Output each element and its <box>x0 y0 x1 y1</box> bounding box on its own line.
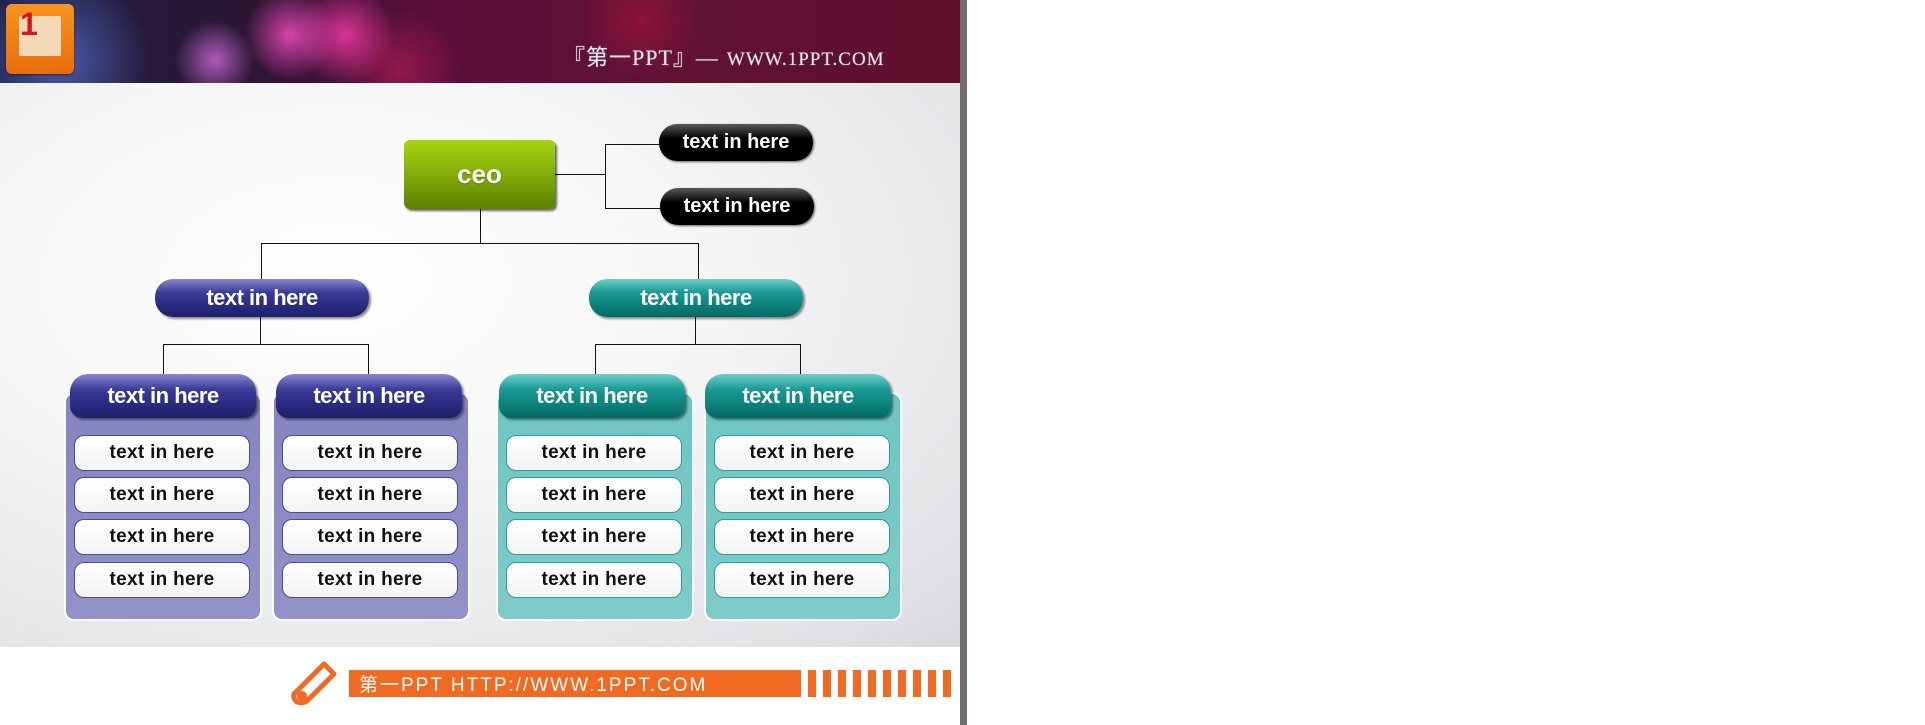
footer-stripe <box>883 670 891 697</box>
group-header[interactable]: text in here <box>705 374 891 418</box>
footer-stripe <box>838 670 846 697</box>
list-item[interactable]: text in here <box>714 562 890 598</box>
connector-line <box>595 344 596 374</box>
assistant-node-2[interactable]: text in here <box>660 188 814 225</box>
list-item[interactable]: text in here <box>282 435 458 471</box>
footer-stripe <box>808 670 816 697</box>
list-item[interactable]: text in here <box>282 562 458 598</box>
connector-line <box>698 243 699 279</box>
footer-banner: 第一PPT HTTP://WWW.1PPT.COM <box>349 670 801 697</box>
connector-line <box>261 243 699 244</box>
group-card: text in here text in here text in here t… <box>272 392 470 621</box>
connector-line <box>163 344 369 345</box>
branch-node-right[interactable]: text in here <box>589 279 803 317</box>
header-title: 『第一PPT』— WWW.1PPT.COM <box>563 40 885 72</box>
group-header[interactable]: text in here <box>276 374 462 418</box>
connector-line <box>695 317 696 345</box>
group-card: text in here text in here text in here t… <box>496 392 694 621</box>
connector-line <box>260 317 261 345</box>
assistant-node-1[interactable]: text in here <box>659 124 813 161</box>
connector-line <box>595 344 801 345</box>
list-item[interactable]: text in here <box>506 477 682 513</box>
connector-line <box>368 344 369 374</box>
footer-stripe <box>868 670 876 697</box>
group-card: text in here text in here text in here t… <box>64 392 262 621</box>
header-url: WWW.1PPT.COM <box>726 49 885 70</box>
list-item[interactable]: text in here <box>714 435 890 471</box>
logo-badge: 1 <box>20 6 38 42</box>
list-item[interactable]: text in here <box>506 519 682 555</box>
list-item[interactable]: text in here <box>74 562 250 598</box>
footer-stripe <box>928 670 936 697</box>
branch-node-left[interactable]: text in here <box>155 279 369 317</box>
list-item[interactable]: text in here <box>506 562 682 598</box>
footer-stripe <box>853 670 861 697</box>
connector-line <box>605 208 665 209</box>
slide: 1 『第一PPT』— WWW.1PPT.COM ceo text in here … <box>0 0 960 725</box>
footer-stripe <box>913 670 921 697</box>
list-item[interactable]: text in here <box>506 435 682 471</box>
list-item[interactable]: text in here <box>282 477 458 513</box>
footer-stripe <box>943 670 951 697</box>
list-item[interactable]: text in here <box>74 435 250 471</box>
connector-line <box>163 344 164 374</box>
group-header[interactable]: text in here <box>499 374 685 418</box>
header-banner: 1 『第一PPT』— WWW.1PPT.COM <box>0 0 960 83</box>
footer-stripe <box>823 670 831 697</box>
footer-stripe <box>898 670 906 697</box>
ppt-logo-icon: 1 <box>6 4 74 74</box>
header-title-text: 『第一PPT』— <box>563 45 719 70</box>
connector-line <box>800 344 801 374</box>
connector-line <box>480 209 481 244</box>
connector-line <box>261 243 262 279</box>
list-item[interactable]: text in here <box>714 519 890 555</box>
connector-line <box>605 144 606 208</box>
list-item[interactable]: text in here <box>74 477 250 513</box>
list-item[interactable]: text in here <box>74 519 250 555</box>
connector-line <box>605 144 665 145</box>
connector-line <box>555 174 605 175</box>
group-card: text in here text in here text in here t… <box>704 392 902 621</box>
ceo-node[interactable]: ceo <box>404 140 555 209</box>
pencil-icon <box>291 661 337 706</box>
window-edge-divider <box>960 0 967 725</box>
list-item[interactable]: text in here <box>282 519 458 555</box>
group-header[interactable]: text in here <box>70 374 256 418</box>
list-item[interactable]: text in here <box>714 477 890 513</box>
